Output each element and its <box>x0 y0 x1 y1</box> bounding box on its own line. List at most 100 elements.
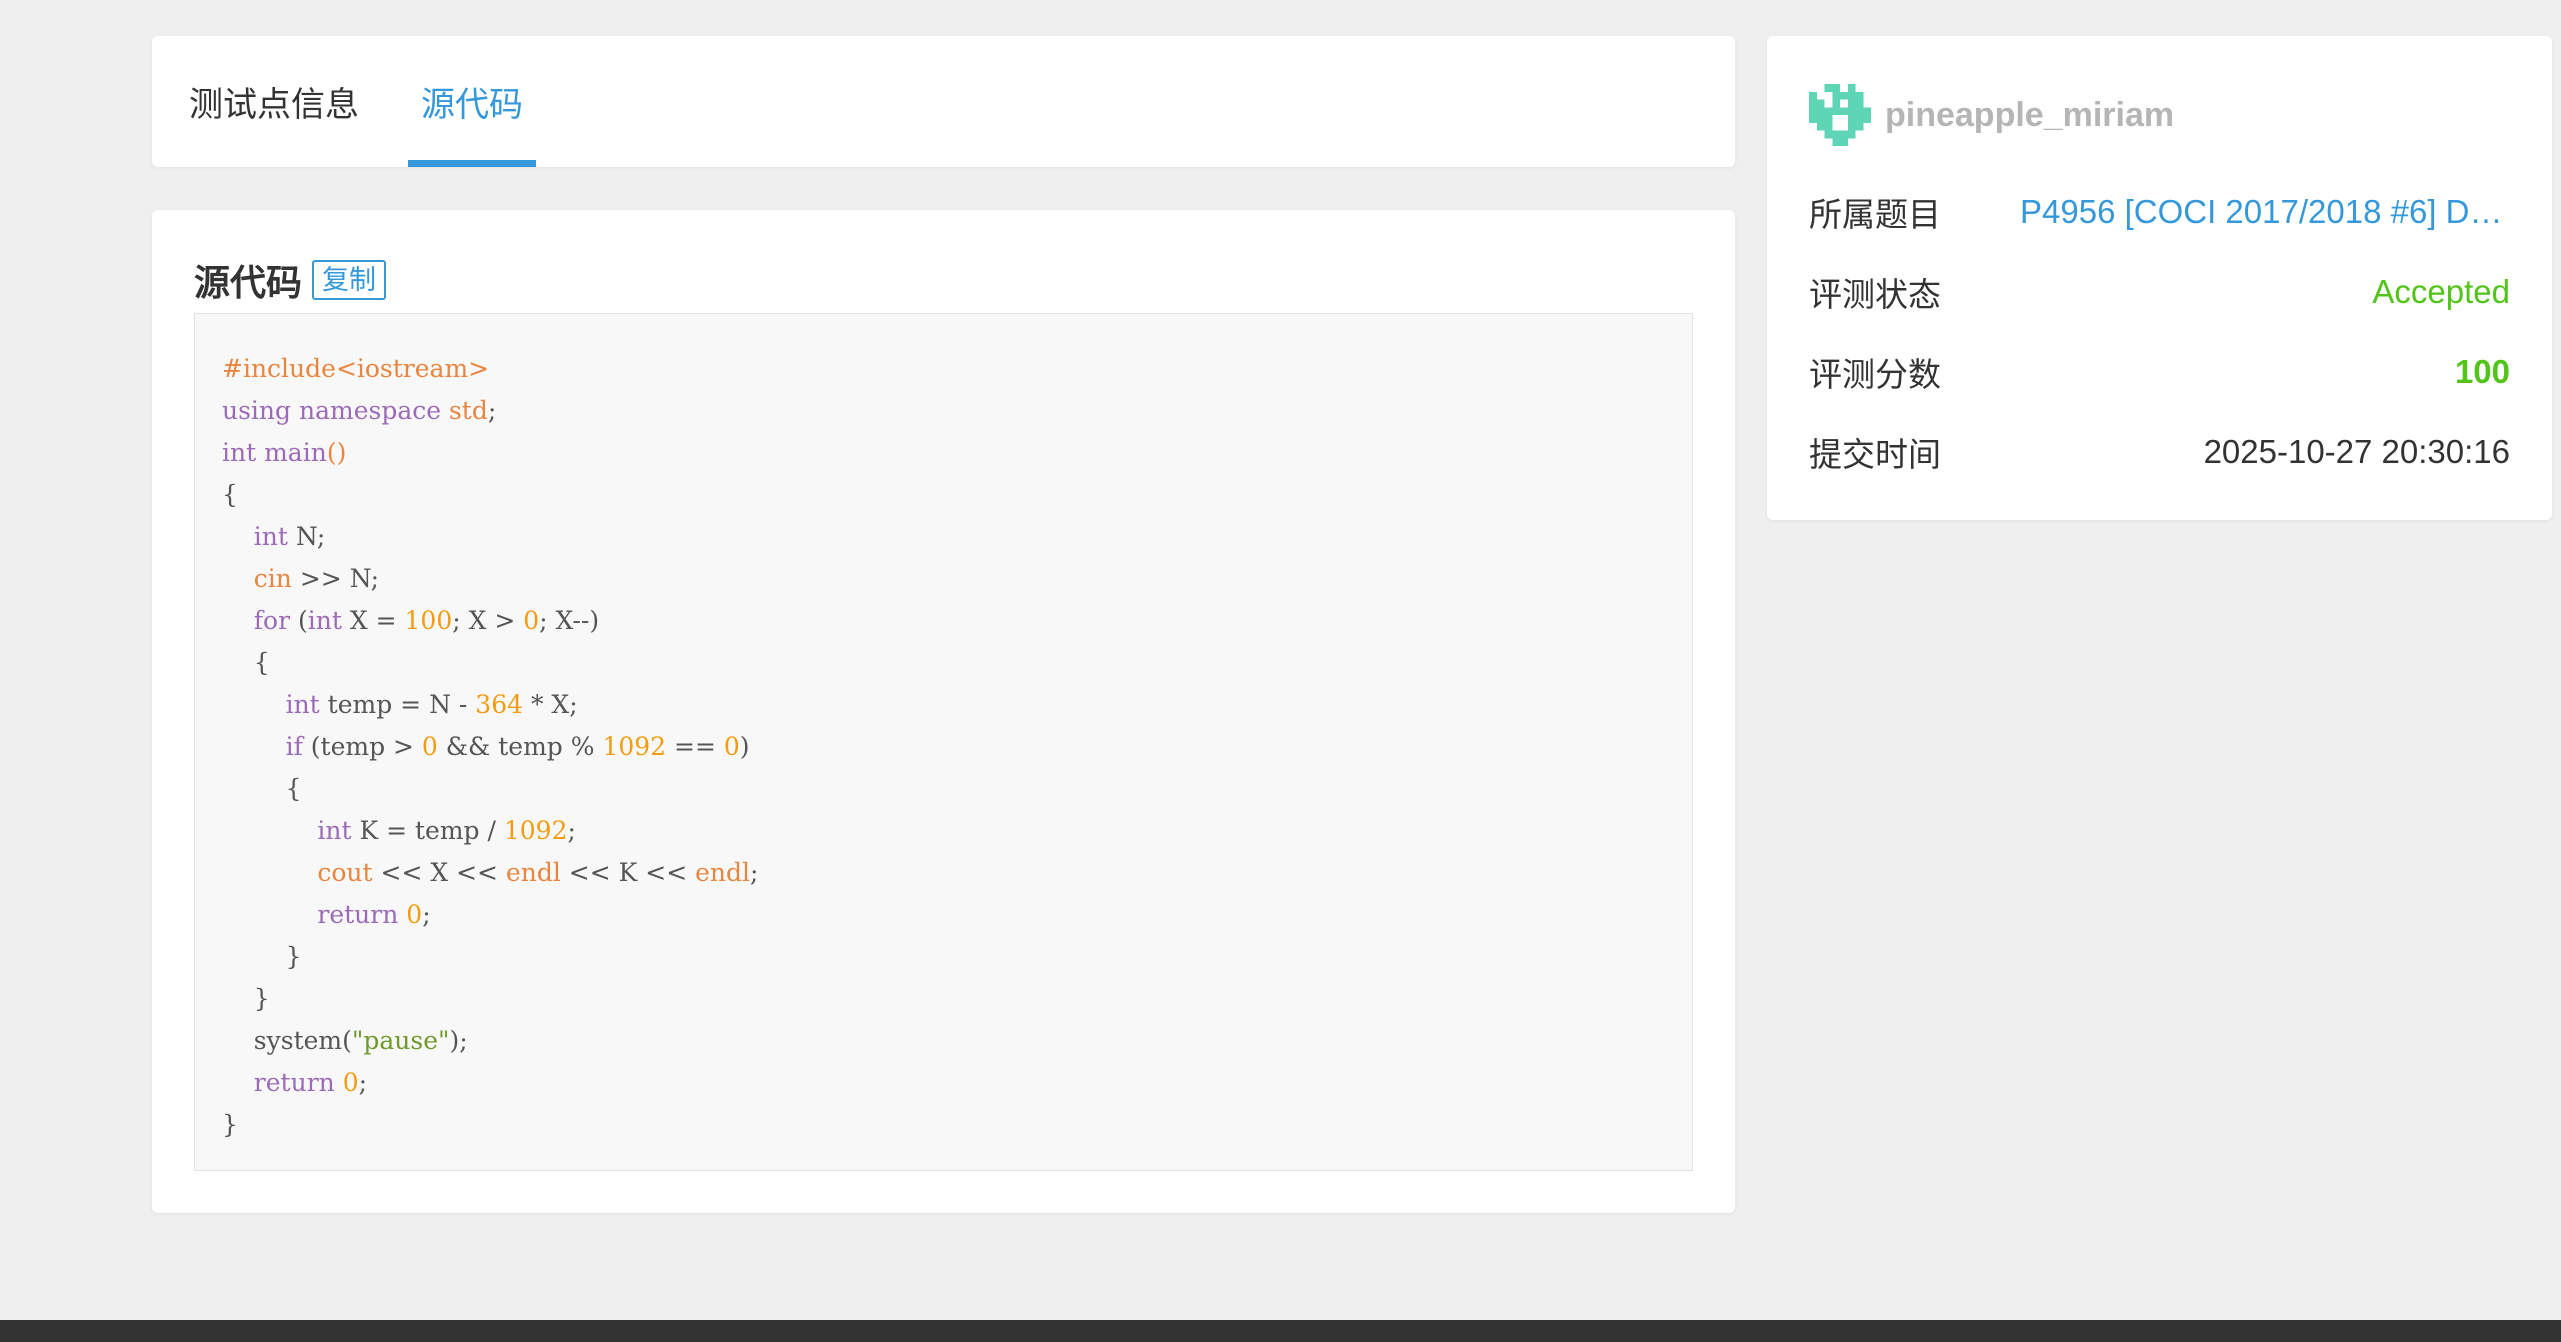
code-token: using namespace <box>222 396 449 425</box>
code-line: int K = temp / 1092; <box>222 810 758 852</box>
code-token: ; X--) <box>539 606 600 635</box>
code-token: cin <box>253 564 292 593</box>
username[interactable]: pineapple_miriam <box>1885 96 2174 135</box>
problem-label: 所属题目 <box>1809 196 1941 233</box>
code-token: main <box>264 438 327 467</box>
code-block[interactable]: #include<iostream> using namespace std; in… <box>194 313 1693 1171</box>
code-token: ; X > <box>452 606 524 635</box>
code-token: K = temp / <box>351 816 504 845</box>
submit-time-label: 提交时间 <box>1809 436 1941 473</box>
code-token: ; <box>567 816 576 845</box>
code-token: ) <box>739 732 750 761</box>
tab-test-info[interactable]: 测试点信息 <box>186 36 362 167</box>
code-token: 364 <box>475 690 524 719</box>
code-token: 0 <box>342 1068 359 1097</box>
code-token: system( <box>222 1026 352 1055</box>
code-token: endl <box>695 858 751 887</box>
footer-bar <box>0 1320 2561 1342</box>
code-token: std <box>448 396 488 425</box>
code-token: "pause" <box>351 1026 450 1055</box>
score-label: 评测分数 <box>1809 356 1941 393</box>
copy-button[interactable]: 复制 <box>312 260 387 300</box>
code-token: } <box>222 1110 238 1139</box>
code-line: if (temp > 0 && temp % 1092 == 0) <box>222 726 758 768</box>
active-tab-indicator <box>408 160 536 167</box>
code-token: && temp % <box>437 732 603 761</box>
status-value: Accepted <box>2372 273 2510 310</box>
problem-link[interactable]: P4956 [COCI 2017/2018 #6] Da... <box>2020 193 2510 231</box>
code-token: 100 <box>404 606 453 635</box>
code-panel-title: 源代码 <box>194 262 303 303</box>
code-line: cin >> N; <box>222 558 758 600</box>
code-token: return <box>253 1068 335 1097</box>
code-header: 源代码 复制 <box>194 254 387 306</box>
code-token: ; <box>750 858 759 887</box>
code-line: cout << X << endl << K << endl; <box>222 852 758 894</box>
score-value: 100 <box>2454 353 2510 390</box>
code-token: ; <box>487 396 497 425</box>
code-token: } <box>222 984 270 1013</box>
code-token: N; <box>295 522 326 551</box>
code-token: << X << <box>372 858 506 887</box>
tab-source-code[interactable]: 源代码 <box>408 36 536 167</box>
code-token: 0 <box>406 900 423 929</box>
code-line: { <box>222 642 758 684</box>
code-token: == <box>666 732 724 761</box>
code-token: 1092 <box>503 816 568 845</box>
code-token: if <box>285 732 303 761</box>
code-token: 0 <box>523 606 540 635</box>
row-submit-time: 提交时间 2025-10-27 20:30:16 <box>1809 412 2510 492</box>
code-token: return <box>317 900 399 929</box>
source-code-card: 源代码 复制 #include<iostream> using namespace… <box>152 210 1735 1213</box>
code-token: temp = N - <box>319 690 476 719</box>
code-line: { <box>222 474 758 516</box>
code-line: } <box>222 936 758 978</box>
row-problem: 所属题目 P4956 [COCI 2017/2018 #6] Da... <box>1809 172 2510 252</box>
code-token: 0 <box>421 732 438 761</box>
code-token: << K << <box>560 858 696 887</box>
code-token: int <box>285 690 320 719</box>
row-status: 评测状态 Accepted <box>1809 252 2510 332</box>
code-token: * X; <box>523 690 578 719</box>
code-token: endl <box>505 858 561 887</box>
code-token: >> N; <box>291 564 380 593</box>
submit-time-value: 2025-10-27 20:30:16 <box>2203 433 2510 470</box>
code-token: { <box>222 774 302 803</box>
row-score: 评测分数 100 <box>1809 332 2510 412</box>
code-token: int <box>317 816 352 845</box>
code-token: { <box>222 648 270 677</box>
code-token: int <box>253 522 296 551</box>
code-line: system("pause"); <box>222 1020 758 1062</box>
code-line: using namespace std; <box>222 390 758 432</box>
code-line: } <box>222 978 758 1020</box>
code-token: X = <box>341 606 405 635</box>
user-row: pineapple_miriam <box>1809 84 2174 146</box>
code-line: int N; <box>222 516 758 558</box>
code-token: int <box>222 438 265 467</box>
code-token: ; <box>422 900 431 929</box>
code-token: } <box>222 942 302 971</box>
pixel-avatar-icon[interactable] <box>1809 84 1871 146</box>
tabs-card: 测试点信息 源代码 <box>152 36 1735 167</box>
code-token: #include<iostream> <box>222 354 490 383</box>
code-token: for <box>253 606 291 635</box>
code-token: ); <box>449 1026 468 1055</box>
code-token: 0 <box>723 732 740 761</box>
code-token: 1092 <box>602 732 667 761</box>
code-token: ( <box>290 606 308 635</box>
code-line: } <box>222 1104 758 1146</box>
submission-info-card: pineapple_miriam 所属题目 P4956 [COCI 2017/2… <box>1767 36 2552 520</box>
code-token: cout <box>317 858 373 887</box>
code-token: () <box>326 438 347 467</box>
status-label: 评测状态 <box>1809 276 1941 313</box>
